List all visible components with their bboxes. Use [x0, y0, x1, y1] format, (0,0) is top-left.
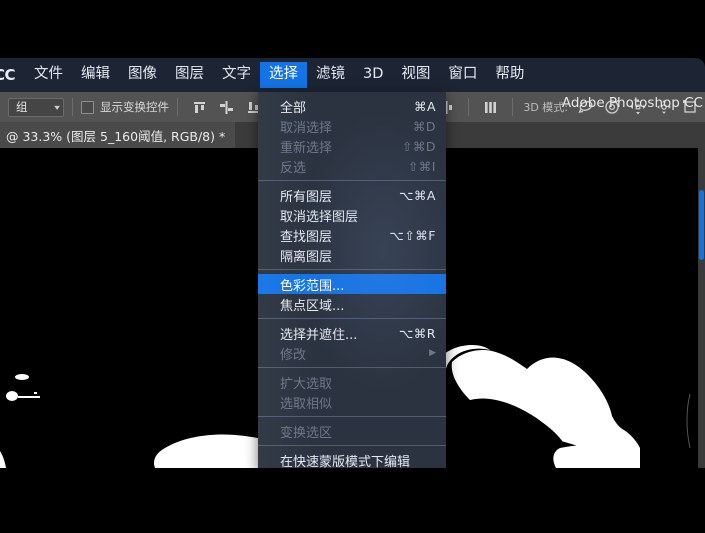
menu-item-color-range[interactable]: 色彩范围... [258, 274, 446, 294]
slide-3d-icon[interactable] [655, 98, 673, 116]
group-select[interactable]: 组 ▾ [8, 97, 64, 117]
3d-mode-label: 3D 模式: [523, 101, 568, 114]
menu-item-label: 全部 [280, 100, 307, 116]
menu-file[interactable]: 文件 [25, 62, 72, 88]
menu-item-shortcut: ⌘A [413, 98, 436, 114]
menu-item-edit-in-quick-mask-mode[interactable]: 在快速蒙版模式下编辑 [258, 450, 446, 469]
menu-item-shortcut: ⌥⌘A [399, 187, 436, 203]
menu-item-label: 查找图层 [280, 229, 333, 245]
menu-item-isolate-layers[interactable]: 隔离图层 [258, 245, 446, 265]
document-tab[interactable]: @ 33.3% (图层 5_160阈值, RGB/8) * [0, 122, 236, 148]
menu-edit[interactable]: 编辑 [72, 62, 119, 88]
menu-item-deselect-layers[interactable]: 取消选择图层 [258, 205, 446, 225]
menu-help[interactable]: 帮助 [486, 62, 533, 88]
photoshop-window: CC 文件 编辑 图像 图层 文字 选择 滤镜 3D 视图 窗口 帮助 组 ▾ … [0, 58, 705, 468]
menu-item-label: 所有图层 [280, 189, 333, 205]
submenu-arrow-icon: ▶ [429, 348, 436, 358]
menu-item-label: 重新选择 [280, 140, 333, 156]
toolbar-divider-2 [177, 98, 178, 116]
menu-item-shortcut: ⇧⌘I [407, 158, 436, 174]
align-top-edges-icon[interactable] [191, 99, 208, 116]
menu-select[interactable]: 选择 [260, 62, 308, 88]
menu-item-shortcut: ⌥⌘R [398, 325, 436, 341]
menu-item-label: 选取相似 [280, 396, 333, 412]
align-vertical-centers-icon[interactable] [218, 99, 235, 116]
menu-item-grow[interactable]: 扩大选取 [258, 372, 446, 392]
menu-item-shortcut: ⇧⌘D [401, 138, 436, 154]
menu-view[interactable]: 视图 [392, 62, 439, 88]
select-menu-dropdown: 全部 ⌘A 取消选择 ⌘D 重新选择 ⇧⌘D 反选 ⇧⌘I 所有图层 ⌥⌘A 取… [258, 92, 446, 468]
toolbar-divider-4 [512, 98, 514, 116]
menu-item-label: 变换选区 [280, 425, 333, 441]
vertical-scrollbar-thumb[interactable] [699, 190, 704, 260]
menu-item-shortcut: ⌘D [412, 118, 436, 134]
menu-item-label: 修改 [280, 347, 307, 363]
menu-filter[interactable]: 滤镜 [307, 62, 354, 88]
menu-item-label: 取消选择 [280, 120, 333, 136]
menu-item-label: 色彩范围... [280, 278, 345, 294]
menu-3d[interactable]: 3D [354, 62, 392, 88]
roll-3d-icon[interactable] [603, 98, 621, 116]
options-bar-left-group: 组 ▾ 显示变换控件 [0, 97, 267, 117]
pan-3d-icon[interactable] [629, 98, 647, 116]
menu-separator [258, 269, 446, 270]
menu-separator [258, 445, 446, 446]
menu-layer[interactable]: 图层 [166, 62, 213, 88]
menu-item-transform-selection[interactable]: 变换选区 [258, 421, 446, 441]
menu-item-label: 反选 [280, 160, 307, 176]
menu-separator [258, 416, 446, 417]
bottom-letterbox [0, 468, 705, 533]
menu-item-label: 扩大选取 [280, 376, 333, 392]
menu-item-label: 取消选择图层 [280, 209, 359, 225]
menu-item-label: 选择并遮住... [280, 327, 358, 343]
menu-item-label: 焦点区域... [280, 298, 345, 314]
menu-separator [258, 180, 446, 181]
show-transform-controls-label: 显示变换控件 [100, 100, 169, 114]
menu-image[interactable]: 图像 [119, 62, 166, 88]
menu-item-modify[interactable]: 修改 ▶ [258, 343, 446, 363]
menu-separator [258, 367, 446, 368]
orbit-3d-icon[interactable] [577, 98, 595, 116]
menu-item-reselect[interactable]: 重新选择 ⇧⌘D [258, 136, 446, 156]
toolbar-divider-3 [468, 98, 470, 116]
distribute-icon[interactable] [482, 99, 499, 116]
menu-item-inverse[interactable]: 反选 ⇧⌘I [258, 156, 446, 176]
chevron-down-icon: ▾ [54, 102, 60, 112]
menu-item-select-and-mask[interactable]: 选择并遮住... ⌥⌘R [258, 323, 446, 343]
menu-window[interactable]: 窗口 [439, 62, 486, 88]
menu-item-shortcut: ⌥⇧⌘F [389, 227, 436, 243]
menu-item-deselect[interactable]: 取消选择 ⌘D [258, 116, 446, 136]
menu-item-all-layers[interactable]: 所有图层 ⌥⌘A [258, 185, 446, 205]
menu-item-select-all[interactable]: 全部 ⌘A [258, 96, 446, 116]
group-select-value: 组 [16, 102, 28, 114]
screen: CC 文件 编辑 图像 图层 文字 选择 滤镜 3D 视图 窗口 帮助 组 ▾ … [0, 0, 705, 533]
menu-type[interactable]: 文字 [213, 62, 260, 88]
menu-item-label: 隔离图层 [280, 249, 333, 265]
toolbar-divider [72, 98, 73, 116]
menu-item-similar[interactable]: 选取相似 [258, 392, 446, 412]
menu-item-label: 在快速蒙版模式下编辑 [280, 454, 411, 469]
scale-3d-icon[interactable] [681, 98, 699, 116]
show-transform-controls-checkbox[interactable] [81, 100, 94, 114]
top-letterbox [0, 0, 705, 58]
menu-item-find-layers[interactable]: 查找图层 ⌥⇧⌘F [258, 225, 446, 245]
photoshop-cc-logo[interactable]: CC [0, 66, 16, 84]
menu-separator [258, 318, 446, 319]
options-bar-right-group: 3D 模式: [406, 98, 705, 116]
vertical-scrollbar[interactable] [698, 148, 705, 468]
menu-bar: CC 文件 编辑 图像 图层 文字 选择 滤镜 3D 视图 窗口 帮助 [0, 58, 705, 92]
menu-item-focus-area[interactable]: 焦点区域... [258, 294, 446, 314]
